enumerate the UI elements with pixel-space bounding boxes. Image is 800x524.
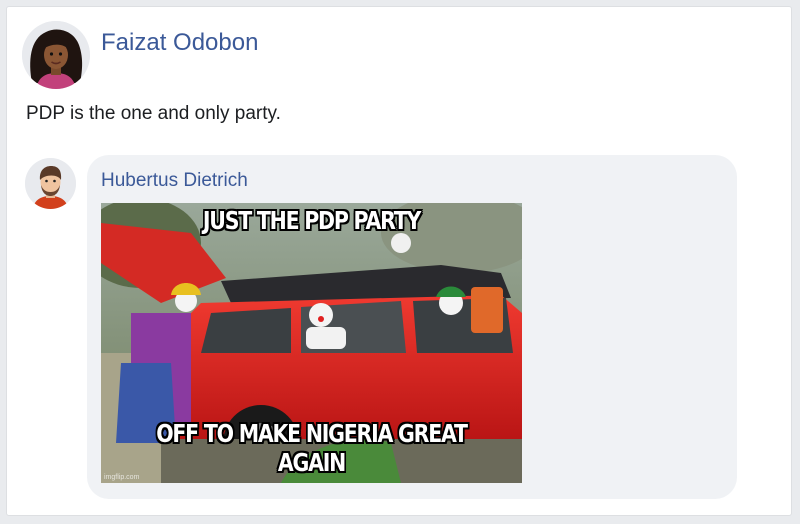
meme-top-caption: JUST THE PDP PARTY [202,206,421,235]
post-text: PDP is the one and only party. [26,103,281,124]
author-name-link[interactable]: Faizat Odobon [101,29,258,57]
meme-image[interactable]: JUST THE PDP PARTY OFF TO MAKE NIGERIA G… [101,203,522,483]
reply-author-name-link[interactable]: Hubertus Dietrich [101,170,248,192]
meme-bottom-caption: OFF TO MAKE NIGERIA GREAT AGAIN [156,419,468,477]
reply-author-avatar[interactable] [25,158,76,209]
post-card: Faizat Odobon PDP is the one and only pa… [6,6,792,516]
author-avatar[interactable] [22,21,90,89]
meme-watermark: imgflip.com [104,474,140,481]
reply-bubble: Hubertus Dietrich JUST THE PDP PARTY OFF… [87,155,737,499]
